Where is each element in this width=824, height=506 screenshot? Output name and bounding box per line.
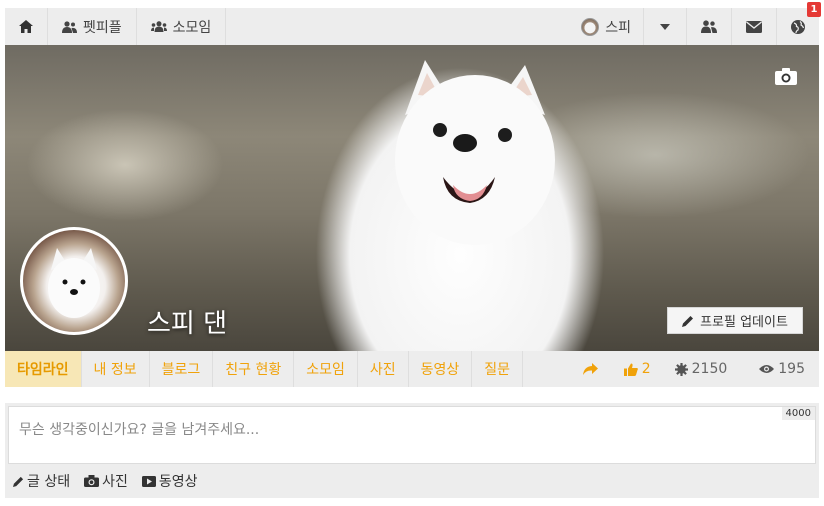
- photo-post-button[interactable]: 사진: [84, 471, 128, 491]
- eye-icon: [759, 365, 775, 373]
- post-composer: 무슨 생각중이신가요? 글을 남겨주세요... 4000 글 상태 사진 동영상: [5, 403, 819, 498]
- home-button[interactable]: [5, 8, 48, 45]
- envelope-icon: [746, 20, 762, 33]
- tab-videos[interactable]: 동영상: [409, 351, 473, 387]
- status-post-button[interactable]: 글 상태: [13, 471, 70, 491]
- like-counter[interactable]: 2: [614, 351, 661, 387]
- tab-label: 소모임: [306, 362, 345, 378]
- top-navbar: 펫피플 소모임 스피 1: [5, 2, 821, 45]
- post-textarea[interactable]: 무슨 생각중이신가요? 글을 남겨주세요... 4000: [8, 406, 816, 464]
- users-icon: [62, 20, 77, 33]
- share-button[interactable]: [567, 351, 614, 387]
- update-profile-label: 프로필 업데이트: [700, 315, 788, 330]
- petpeople-label: 펫피플: [83, 19, 122, 36]
- photo-post-label: 사진: [102, 474, 128, 490]
- tab-friends[interactable]: 친구 현황: [213, 351, 295, 387]
- user-dropdown-toggle[interactable]: [643, 8, 686, 45]
- tab-photos[interactable]: 사진: [358, 351, 409, 387]
- views-counter: 195: [741, 351, 819, 387]
- post-placeholder: 무슨 생각중이신가요? 글을 남겨주세요...: [19, 422, 260, 438]
- tab-clubs[interactable]: 소모임: [294, 351, 358, 387]
- user-menu[interactable]: 스피: [569, 8, 643, 45]
- petpeople-nav-item[interactable]: 펫피플: [48, 8, 137, 45]
- globe-icon: [791, 19, 805, 34]
- thumbs-up-icon: [623, 363, 638, 376]
- pencil-icon: [682, 315, 694, 327]
- status-post-label: 글 상태: [27, 474, 71, 490]
- cover-photo: 스피 댄 프로필 업데이트: [5, 45, 819, 351]
- profile-picture[interactable]: [20, 227, 128, 335]
- notifications-button[interactable]: 1: [776, 2, 821, 45]
- video-icon: [141, 475, 156, 487]
- users-icon: [701, 20, 717, 33]
- tab-blog[interactable]: 블로그: [150, 351, 214, 387]
- profile-name: 스피 댄: [147, 309, 228, 339]
- char-limit-counter: 4000: [781, 407, 815, 420]
- friend-requests-button[interactable]: [686, 8, 731, 45]
- tab-label: 질문: [484, 362, 511, 378]
- points-count: 2150: [691, 361, 728, 377]
- profile-tabs: 타임라인 내 정보 블로그 친구 현황 소모임 사진 동영상 질문 2 2150…: [5, 351, 819, 387]
- user-name-label: 스피: [605, 19, 631, 36]
- pencil-icon: [13, 476, 24, 487]
- tab-label: 블로그: [161, 362, 201, 378]
- change-cover-camera-icon[interactable]: [775, 67, 797, 85]
- home-icon: [19, 20, 33, 33]
- avatar: [581, 17, 600, 36]
- camera-icon: [84, 475, 100, 487]
- club-nav-item[interactable]: 소모임: [137, 8, 227, 45]
- views-count: 195: [778, 361, 805, 377]
- tab-label: 내 정보: [93, 362, 137, 378]
- messages-button[interactable]: [731, 8, 776, 45]
- profile-dog-image: [48, 248, 100, 318]
- tab-timeline[interactable]: 타임라인: [5, 351, 82, 387]
- share-icon: [582, 362, 598, 375]
- tab-questions[interactable]: 질문: [472, 351, 524, 387]
- club-label: 소모임: [172, 19, 212, 36]
- like-count: 2: [641, 361, 651, 377]
- caret-down-icon: [660, 23, 670, 30]
- video-post-label: 동영상: [158, 474, 198, 490]
- gear-icon: [674, 362, 688, 376]
- tab-my-info[interactable]: 내 정보: [82, 351, 150, 387]
- tab-label: 친구 현황: [225, 362, 282, 378]
- tab-label: 사진: [369, 362, 396, 378]
- notification-badge: 1: [807, 2, 821, 17]
- tab-label: 동영상: [420, 362, 460, 378]
- tab-label: 타임라인: [17, 362, 69, 378]
- points-counter: 2150: [661, 351, 742, 387]
- video-post-button[interactable]: 동영상: [141, 471, 198, 491]
- dog-cover-image: [395, 60, 555, 245]
- group-icon: [150, 21, 167, 32]
- composer-actions: 글 상태 사진 동영상: [13, 471, 198, 491]
- update-profile-button[interactable]: 프로필 업데이트: [667, 307, 803, 334]
